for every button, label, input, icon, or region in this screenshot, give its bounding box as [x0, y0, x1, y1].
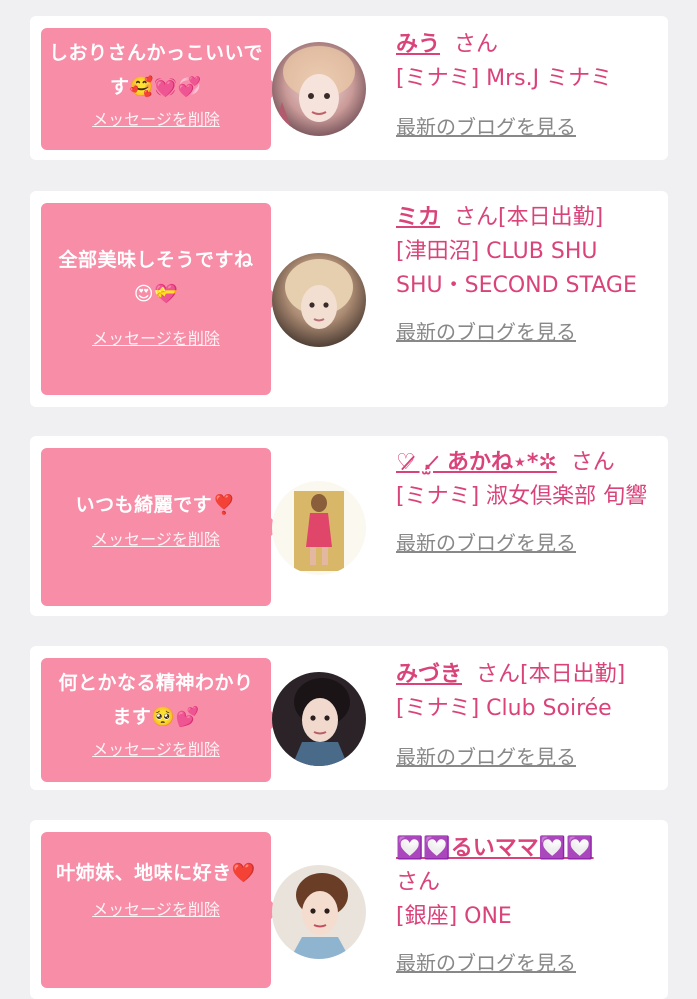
message-text: 叶姉妹、地味に好き❤️ — [56, 862, 256, 884]
attendance-status: [本日出勤] — [520, 662, 626, 687]
latest-blog-link[interactable]: 最新のブログを見る — [396, 315, 576, 349]
cast-info: ♡̷̷̷ .̫ ̷̷̷ あかね⋆*✲ さん [ミナミ] 淑女倶楽部 旬響 最新のブ… — [396, 446, 658, 561]
avatar[interactable] — [272, 253, 366, 347]
avatar[interactable] — [272, 865, 366, 959]
latest-blog-link[interactable]: 最新のブログを見る — [396, 110, 576, 144]
shop-name: [銀座] ONE — [396, 904, 512, 929]
message-card: 何とかなる精神わかります🥺💕 メッセージを削除 みづき さん[本日出勤] [ミナミ… — [30, 646, 668, 790]
avatar[interactable] — [272, 481, 366, 575]
message-bubble: いつも綺麗です❣️ メッセージを削除 — [41, 448, 280, 606]
message-card: しおりさんかっこいいです🥰💓💞 メッセージを削除 みう さん [ミナミ] Mrs… — [30, 16, 668, 160]
cast-name-link[interactable]: みう — [396, 32, 440, 57]
cast-info: 💟💟るいママ💟💟 さん [銀座] ONE 最新のブログを見る — [396, 832, 658, 981]
avatar[interactable] — [272, 42, 366, 136]
message-card: いつも綺麗です❣️ メッセージを削除 ♡̷̷̷ .̫ ̷̷̷ あかね⋆*✲ さん … — [30, 436, 668, 616]
message-text: 何とかなる精神わかります🥺💕 — [58, 672, 254, 728]
cast-name-link[interactable]: ♡̷̷̷ .̫ ̷̷̷ あかね⋆*✲ — [396, 450, 557, 475]
cast-name-link[interactable]: ミカ — [396, 205, 440, 230]
message-bubble: 叶姉妹、地味に好き❤️ メッセージを削除 — [41, 832, 280, 988]
delete-message-link[interactable]: メッセージを削除 — [41, 736, 271, 760]
message-bubble: 全部美味しそうですね😍💝 メッセージを削除 — [41, 203, 280, 395]
message-bubble: しおりさんかっこいいです🥰💓💞 メッセージを削除 — [41, 28, 280, 150]
favorite-message-list: しおりさんかっこいいです🥰💓💞 メッセージを削除 みう さん [ミナミ] Mrs… — [0, 0, 697, 999]
shop-name: [津田沼] CLUB SHU SHU・SECOND STAGE — [396, 239, 637, 298]
shop-name: [ミナミ] Club Soirée — [396, 696, 612, 721]
shop-name: [ミナミ] 淑女倶楽部 旬響 — [396, 484, 648, 509]
message-card: 叶姉妹、地味に好き❤️ メッセージを削除 💟💟るいママ💟💟 さん [銀座] ON… — [30, 820, 668, 999]
cast-name-link[interactable]: 💟💟るいママ💟💟 — [396, 836, 594, 861]
message-bubble: 何とかなる精神わかります🥺💕 メッセージを削除 — [41, 658, 280, 782]
delete-message-link[interactable]: メッセージを削除 — [41, 526, 271, 550]
delete-message-link[interactable]: メッセージを削除 — [41, 325, 271, 349]
cast-info: みう さん [ミナミ] Mrs.J ミナミ 最新のブログを見る — [396, 28, 658, 145]
latest-blog-link[interactable]: 最新のブログを見る — [396, 946, 576, 980]
honorific: さん — [454, 32, 499, 57]
latest-blog-link[interactable]: 最新のブログを見る — [396, 740, 576, 774]
honorific: さん — [570, 450, 615, 475]
cast-info: みづき さん[本日出勤] [ミナミ] Club Soirée 最新のブログを見る — [396, 658, 658, 775]
latest-blog-link[interactable]: 最新のブログを見る — [396, 526, 576, 560]
honorific: さん — [396, 870, 441, 895]
attendance-status: [本日出勤] — [498, 205, 604, 230]
shop-name: [ミナミ] Mrs.J ミナミ — [396, 66, 613, 91]
message-text: しおりさんかっこいいです🥰💓💞 — [49, 42, 263, 98]
avatar[interactable] — [272, 672, 366, 766]
honorific: さん — [454, 205, 499, 230]
message-card: 全部美味しそうですね😍💝 メッセージを削除 ミカ さん[本日出勤] [津田沼] … — [30, 191, 668, 407]
cast-name-link[interactable]: みづき — [396, 662, 462, 687]
message-text: いつも綺麗です❣️ — [75, 494, 237, 516]
delete-message-link[interactable]: メッセージを削除 — [41, 106, 271, 130]
cast-info: ミカ さん[本日出勤] [津田沼] CLUB SHU SHU・SECOND STA… — [396, 201, 658, 350]
delete-message-link[interactable]: メッセージを削除 — [41, 896, 271, 920]
honorific: さん — [476, 662, 521, 687]
message-text: 全部美味しそうですね😍💝 — [58, 249, 254, 305]
